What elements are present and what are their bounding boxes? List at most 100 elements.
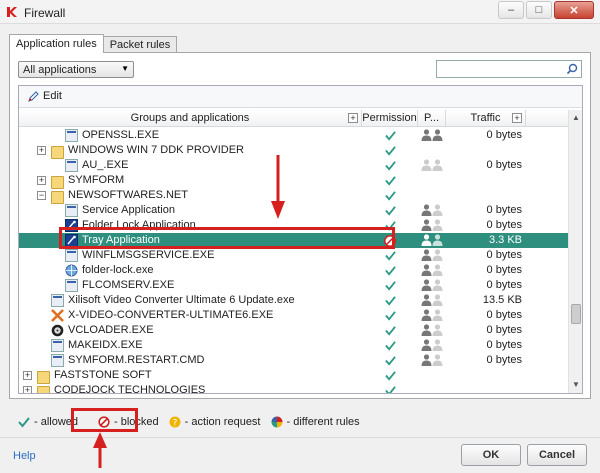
table-row[interactable]: FLCOMSERV.EXE 0 bytes — [19, 278, 568, 293]
permission-cell[interactable] — [362, 128, 418, 143]
ok-button[interactable]: OK — [461, 444, 521, 466]
permission-cell[interactable] — [362, 158, 418, 173]
user-rights-cell[interactable] — [418, 324, 446, 337]
traffic-value: 0 bytes — [486, 339, 522, 351]
row-name: MAKEIDX.EXE — [68, 339, 143, 351]
permission-cell[interactable] — [362, 143, 418, 158]
column-permission[interactable]: Permission — [362, 110, 418, 127]
row-name: SYMFORM.RESTART.CMD — [68, 354, 205, 366]
column-traffic-add-button[interactable]: + — [512, 113, 522, 123]
scroll-down-icon[interactable]: ▼ — [570, 379, 582, 391]
permission-cell[interactable] — [362, 323, 418, 338]
row-name: AU_.EXE — [82, 159, 129, 171]
column-groups[interactable]: Groups and applications — [19, 110, 362, 127]
table-row[interactable]: Xilisoft Video Converter Ultimate 6 Upda… — [19, 293, 568, 308]
table-row[interactable]: VCLOADER.EXE 0 bytes — [19, 323, 568, 338]
user-icon — [432, 219, 443, 231]
traffic-value: 0 bytes — [486, 354, 522, 366]
chevron-down-icon: ▼ — [121, 64, 129, 73]
table-row[interactable]: MAKEIDX.EXE 0 bytes — [19, 338, 568, 353]
user-icon — [421, 339, 432, 351]
permission-cell[interactable] — [362, 263, 418, 278]
annotation-highlight-blocked-legend — [71, 408, 138, 432]
table-row[interactable]: OPENSSL.EXE 0 bytes — [19, 128, 568, 143]
table-row[interactable]: WINFLMSGSERVICE.EXE 0 bytes — [19, 248, 568, 263]
application-filter-dropdown[interactable]: All applications ▼ — [18, 61, 134, 78]
permission-cell[interactable] — [362, 173, 418, 188]
permission-cell[interactable] — [362, 188, 418, 203]
folder-icon — [37, 386, 50, 393]
user-rights-cell[interactable] — [418, 129, 446, 142]
search-icon[interactable] — [566, 63, 578, 75]
close-button[interactable]: ✕ — [554, 1, 594, 19]
column-groups-label: Groups and applications — [130, 112, 250, 124]
application-icon — [51, 294, 64, 307]
user-rights-cell[interactable] — [418, 339, 446, 352]
permission-cell[interactable] — [362, 338, 418, 353]
tab-application-rules[interactable]: Application rules — [9, 34, 104, 53]
window-title: Firewall — [24, 6, 66, 20]
scroll-thumb[interactable] — [571, 304, 581, 324]
vertical-scrollbar[interactable]: ▲ ▼ — [568, 110, 582, 393]
tree-expander-icon[interactable]: + — [37, 176, 46, 185]
edit-button-label: Edit — [43, 90, 62, 102]
edit-button[interactable]: Edit — [23, 88, 68, 106]
user-rights-cell[interactable] — [418, 354, 446, 367]
permission-cell[interactable] — [362, 353, 418, 368]
legend-action-request-label: - action request — [184, 416, 261, 428]
tab-packet-rules[interactable]: Packet rules — [102, 36, 178, 52]
column-p[interactable]: P... — [418, 110, 446, 127]
user-rights-cell[interactable] — [418, 159, 446, 172]
table-row[interactable]: SYMFORM.RESTART.CMD 0 bytes — [19, 353, 568, 368]
cancel-button[interactable]: Cancel — [527, 444, 587, 466]
checkmark-icon — [384, 371, 396, 381]
user-rights-cell[interactable] — [418, 264, 446, 277]
user-rights-cell[interactable] — [418, 309, 446, 322]
help-link[interactable]: Help — [13, 450, 36, 462]
application-icon — [65, 249, 78, 262]
permission-cell[interactable] — [362, 248, 418, 263]
row-name: X-VIDEO-CONVERTER-ULTIMATE6.EXE — [68, 309, 274, 321]
traffic-value: 13.5 KB — [482, 294, 522, 306]
permission-cell[interactable] — [362, 203, 418, 218]
table-row[interactable]: − NEWSOFTWARES.NET — [19, 188, 568, 204]
user-icon — [432, 354, 443, 366]
tree-expander-icon[interactable]: − — [37, 191, 46, 200]
table-row[interactable]: AU_.EXE 0 bytes — [19, 158, 568, 173]
tree-expander-icon[interactable]: + — [37, 146, 46, 155]
scroll-up-icon[interactable]: ▲ — [570, 112, 582, 124]
permission-cell[interactable] — [362, 368, 418, 383]
question-icon: ? — [169, 416, 181, 428]
permission-cell[interactable] — [362, 278, 418, 293]
table-row[interactable]: folder-lock.exe 0 bytes — [19, 263, 568, 278]
table-row[interactable]: Service Application 0 bytes — [19, 203, 568, 218]
table-row[interactable]: + CODEJOCK TECHNOLOGIES — [19, 383, 568, 393]
search-input[interactable] — [437, 61, 561, 77]
user-icon — [421, 219, 432, 231]
table-row[interactable]: + FASTSTONE SOFT — [19, 368, 568, 384]
checkmark-icon — [384, 146, 396, 156]
user-rights-cell[interactable] — [418, 234, 446, 247]
column-traffic-label: Traffic — [470, 112, 501, 124]
column-add-button[interactable]: + — [348, 113, 358, 123]
row-name: FASTSTONE SOFT — [54, 369, 152, 381]
minimize-button[interactable]: – — [498, 1, 524, 19]
permission-cell[interactable] — [362, 308, 418, 323]
maximize-button[interactable]: □ — [526, 1, 552, 19]
user-icon — [432, 234, 443, 246]
table-row[interactable]: X-VIDEO-CONVERTER-ULTIMATE6.EXE 0 bytes — [19, 308, 568, 323]
permission-cell[interactable] — [362, 383, 418, 393]
user-rights-cell[interactable] — [418, 204, 446, 217]
traffic-value: 0 bytes — [486, 279, 522, 291]
permission-cell[interactable] — [362, 293, 418, 308]
tree-expander-icon[interactable]: + — [23, 371, 32, 380]
checkmark-icon — [384, 341, 396, 351]
user-rights-cell[interactable] — [418, 294, 446, 307]
table-row[interactable]: + WINDOWS WIN 7 DDK PROVIDER — [19, 143, 568, 159]
user-rights-cell[interactable] — [418, 249, 446, 262]
user-rights-cell[interactable] — [418, 279, 446, 292]
tree-expander-icon[interactable]: + — [23, 386, 32, 393]
table-row[interactable]: + SYMFORM — [19, 173, 568, 189]
window-controls: – □ ✕ — [496, 1, 594, 19]
user-rights-cell[interactable] — [418, 219, 446, 232]
